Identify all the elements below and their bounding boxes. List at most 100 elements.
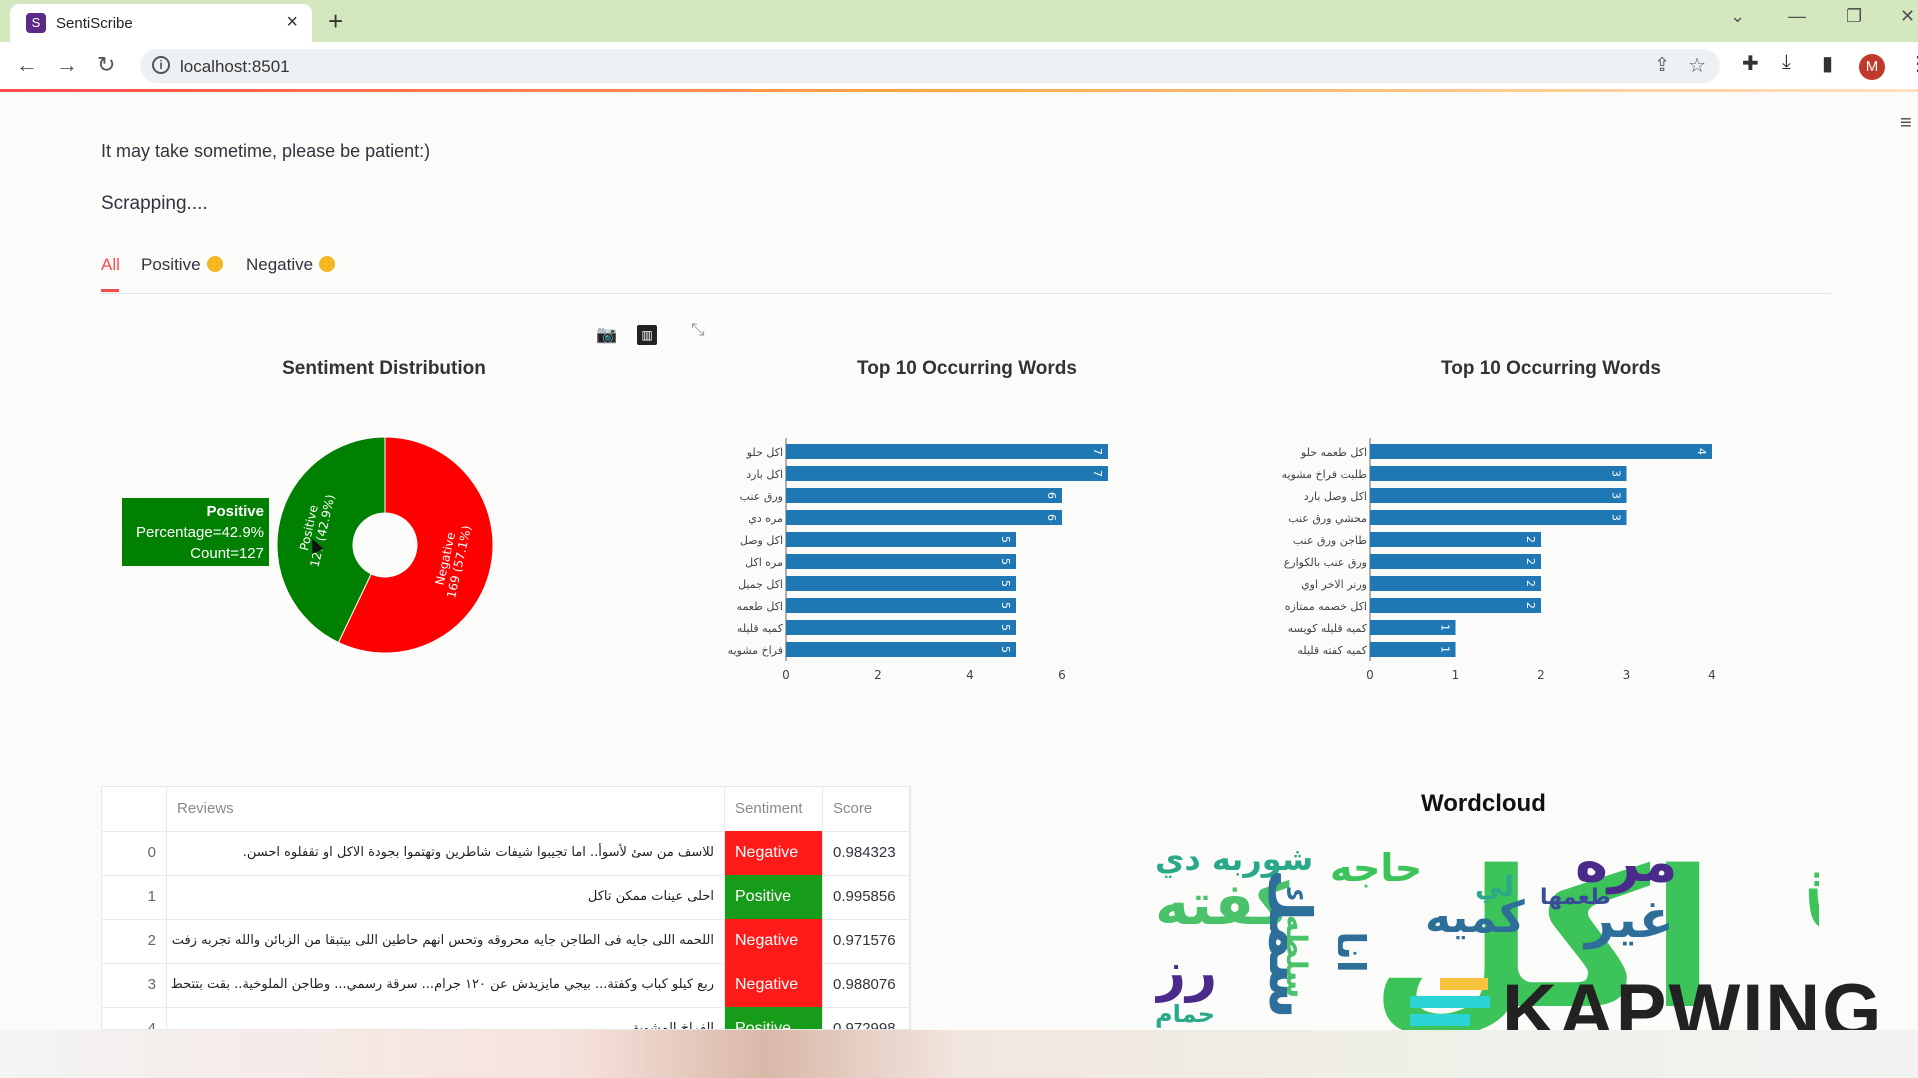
bar2-value-1: 3 <box>1610 470 1623 477</box>
bar1-bar-2 <box>786 488 1062 503</box>
share-icon[interactable]: ⇪ <box>1654 54 1670 77</box>
bar1-value-3: 6 <box>1045 514 1058 521</box>
bar1-category-7: اكل طعمه <box>737 600 783 613</box>
table-row[interactable]: 0 للاسف من سئ لأسوأ.. اما تجيبوا شيفات شا… <box>102 831 910 876</box>
bar2-category-5: ورق عنب بالكوارع <box>1284 556 1367 569</box>
forward-icon[interactable]: → <box>56 52 78 78</box>
chevron-down-icon[interactable]: ⌄ <box>1730 6 1745 27</box>
bar1-bar-0 <box>786 444 1108 459</box>
info-icon[interactable]: i <box>152 56 170 74</box>
restore-icon[interactable]: ❐ <box>1846 6 1862 27</box>
review-text: للاسف من سئ لأسوأ.. اما تجيبوا شيفات شاط… <box>167 831 725 875</box>
bar1-value-9: 5 <box>999 646 1012 653</box>
bar1-value-5: 5 <box>999 558 1012 565</box>
bar2-category-0: اكل طعمه حلو <box>1300 446 1367 459</box>
header-sentiment[interactable]: Sentiment <box>725 787 823 831</box>
tab-positive[interactable]: Positive <box>141 255 223 275</box>
bar1-x-tick-0: 0 <box>782 668 790 680</box>
reviews-table[interactable]: Reviews Sentiment Score 0 للاسف من سئ لأس… <box>101 786 911 1030</box>
browser-tab[interactable]: S SentiScribe × <box>10 4 312 42</box>
browser-tab-bar: S SentiScribe × + ⌄ — ❐ ✕ <box>0 0 1918 42</box>
bar1-value-1: 7 <box>1091 470 1104 477</box>
sentiment-badge: Negative <box>725 831 823 875</box>
wordcloud-word: لي <box>1475 870 1514 903</box>
window-close-icon[interactable]: ✕ <box>1900 6 1915 27</box>
review-text: ربع كيلو كباب وكفتة... بيجي مايزيدش عن ١… <box>167 963 725 1007</box>
bar-chart-2-title: Top 10 Occurring Words <box>1441 358 1661 379</box>
table-row[interactable]: 3 ربع كيلو كباب وكفتة... بيجي مايزيدش عن … <box>102 963 910 1008</box>
url-field[interactable]: i localhost:8501 ⇪ ☆ <box>140 49 1720 83</box>
bar1-bar-7 <box>786 598 1016 613</box>
sentiment-badge: Positive <box>725 875 823 919</box>
bar1-category-4: اكل وصل <box>740 534 783 547</box>
camera-icon[interactable]: 📷 <box>596 325 617 345</box>
star-icon[interactable]: ☆ <box>1688 53 1706 78</box>
wait-message: It may take sometime, please be patient:… <box>101 141 431 161</box>
bar-chart-1-title: Top 10 Occurring Words <box>857 358 1077 379</box>
bar2-x-tick-1: 1 <box>1452 668 1460 680</box>
tooltip-count: Count=127 <box>190 545 264 562</box>
bar1-category-0: اكل حلو <box>746 446 783 459</box>
back-icon[interactable]: ← <box>16 52 38 78</box>
frown-emoji-icon <box>319 256 336 272</box>
new-tab-icon[interactable]: + <box>328 6 343 37</box>
watermark-bar-cyan <box>1410 996 1490 1008</box>
bar1-bar-1 <box>786 466 1108 481</box>
header-reviews[interactable]: Reviews <box>167 787 725 831</box>
bar1-bar-8 <box>786 620 1016 635</box>
bar2-x-tick-2: 2 <box>1537 668 1545 680</box>
tab-all[interactable]: All <box>101 255 120 275</box>
bar1-category-6: اكل جميل <box>738 578 783 591</box>
sidebar-icon[interactable]: ▮ <box>1822 51 1833 76</box>
bar2-x-tick-4: 4 <box>1708 668 1716 680</box>
address-bar: ← → ↻ i localhost:8501 ⇪ ☆ <box>0 42 1918 91</box>
wordcloud-word: حمام <box>1155 1000 1215 1028</box>
bar2-category-4: طاجن ورق عنب <box>1293 534 1367 547</box>
bar1-x-tick-2: 4 <box>966 668 974 680</box>
close-icon[interactable]: × <box>286 11 298 34</box>
tooltip-percentage: Percentage=42.9% <box>135 524 264 541</box>
hamburger-menu-icon[interactable]: ≡ <box>1900 112 1912 135</box>
bottom-fade-overlay <box>0 1030 1918 1078</box>
table-row[interactable]: 4 الفراخ المشوية ... Positive 0.972998 <box>102 1007 910 1029</box>
wordcloud-word: كويس <box>1808 830 1819 976</box>
extensions-icon[interactable]: ✚ <box>1742 51 1759 76</box>
avatar[interactable]: M <box>1859 54 1885 80</box>
bar1-value-4: 5 <box>999 536 1012 543</box>
wordcloud-word: انا <box>1328 931 1373 973</box>
tab-negative[interactable]: Negative <box>246 255 336 275</box>
favicon-icon: S <box>26 13 46 33</box>
bar2-value-4: 2 <box>1524 536 1537 543</box>
download-icon[interactable]: ⤓ <box>1782 51 1791 74</box>
table-row[interactable]: 1 احلى عينات ممكن تاكل Positive 0.995856 <box>102 875 910 920</box>
bar1-category-1: اكل بارد <box>746 468 783 481</box>
bar2-bar-1 <box>1370 466 1627 481</box>
bar1-value-2: 6 <box>1045 492 1058 499</box>
tooltip-label: Positive <box>206 503 264 520</box>
review-text: الفراخ المشوية ... <box>167 1007 725 1029</box>
expand-icon[interactable]: ⤡ <box>691 320 705 340</box>
bar2-category-1: طلبت فراخ مشويه <box>1282 468 1368 481</box>
minimize-icon[interactable]: — <box>1788 6 1806 27</box>
bar2-category-8: كميه قليله كويسه <box>1288 622 1368 635</box>
table-row[interactable]: 2 اللحمه اللى جايه فى الطاجن جايه محروقه … <box>102 919 910 964</box>
bar1-bar-5 <box>786 554 1016 569</box>
header-score[interactable]: Score <box>823 787 910 831</box>
bar1-category-3: مره دي <box>748 512 783 525</box>
donut-chart-title: Sentiment Distribution <box>282 358 486 379</box>
plotly-logo-icon[interactable]: ▥ <box>637 325 657 345</box>
more-menu-icon[interactable]: ⋮ <box>1908 51 1918 76</box>
review-text: اللحمه اللى جايه فى الطاجن جايه محروقه و… <box>167 919 725 963</box>
active-tab-indicator <box>101 289 119 292</box>
wordcloud-word: رز <box>1155 940 1218 1003</box>
bar2-value-8: 1 <box>1439 624 1452 631</box>
bar2-x-tick-3: 3 <box>1623 668 1631 680</box>
bar2-category-2: اكل وصل بارد <box>1304 490 1367 503</box>
bar1-value-7: 5 <box>999 602 1012 609</box>
bar2-value-6: 2 <box>1524 580 1537 587</box>
row-index: 4 <box>102 1007 167 1029</box>
reload-icon[interactable]: ↻ <box>97 52 115 78</box>
bar2-value-3: 3 <box>1610 514 1623 521</box>
sentiment-badge: Negative <box>725 963 823 1007</box>
bar1-category-9: فراخ مشويه <box>728 644 783 657</box>
